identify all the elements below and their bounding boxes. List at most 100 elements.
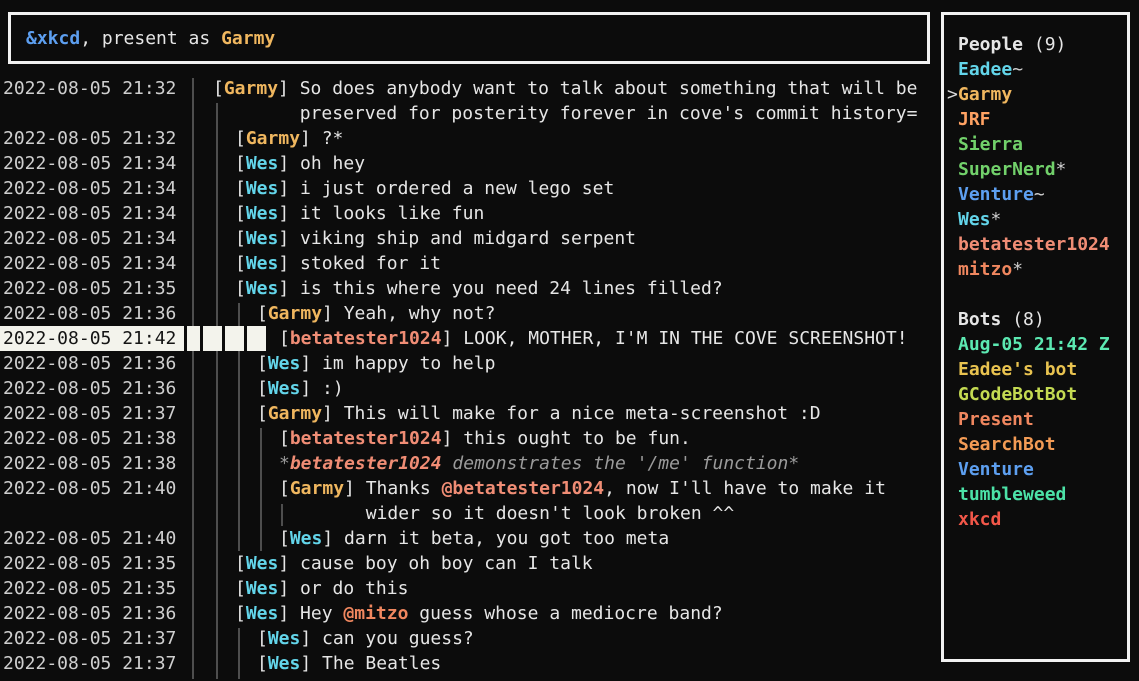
bracket: [ — [257, 628, 268, 649]
bracket: [ — [235, 203, 246, 224]
chat-message-row[interactable]: 2022-08-05 21:37[Garmy] This will make f… — [0, 401, 941, 426]
chat-message-wrap-row: wider so it doesn't look broken ^^ — [0, 501, 941, 526]
wrap-continuation-mark — [281, 504, 283, 526]
nickname: Wes — [268, 378, 301, 399]
people-panel-inner: People (9)Eadee~>GarmyJRFSierraSuperNerd… — [944, 15, 1127, 659]
message-text: [Wes] oh hey — [235, 151, 365, 176]
nickname: Wes — [246, 228, 279, 249]
message-body: this ought to be fun. — [463, 428, 691, 449]
message-body: Yeah, why not? — [344, 303, 496, 324]
message-body: LOOK, MOTHER, I'M IN THE COVE SCREENSHOT… — [463, 328, 907, 349]
chat-message-row[interactable]: 2022-08-05 21:32[Garmy] So does anybody … — [0, 76, 941, 101]
bot-name: Aug-05 21:42 Z — [958, 334, 1110, 355]
chat-message-row-highlighted[interactable]: 2022-08-05 21:42[betatester1024] LOOK, M… — [0, 326, 941, 351]
people-panel: People (9)Eadee~>GarmyJRFSierraSuperNerd… — [941, 12, 1130, 662]
chat-message-row[interactable]: 2022-08-05 21:40[Wes] darn it beta, you … — [0, 526, 941, 551]
chat-message-row[interactable]: 2022-08-05 21:36[Wes] im happy to help — [0, 351, 941, 376]
people-list-item-supernerd[interactable]: SuperNerd* — [958, 157, 1066, 182]
bots-list-item-searchbot[interactable]: SearchBot — [958, 432, 1056, 457]
chat-message-row[interactable]: 2022-08-05 21:37[Wes] The Beatles — [0, 651, 941, 676]
person-name: mitzo — [958, 259, 1012, 280]
bracket: ] — [278, 553, 300, 574]
action-text: * — [279, 453, 290, 474]
message-text: *betatester1024 demonstrates the '/me' f… — [279, 451, 799, 476]
bracket: ] — [322, 403, 344, 424]
nickname: Garmy — [224, 78, 278, 99]
chat-message-row[interactable]: 2022-08-05 21:34[Wes] i just ordered a n… — [0, 176, 941, 201]
people-list-item-eadee[interactable]: Eadee~ — [958, 57, 1023, 82]
message-text: [Wes] The Beatles — [257, 651, 441, 676]
chat-message-row[interactable]: 2022-08-05 21:38[betatester1024] this ou… — [0, 426, 941, 451]
bracket: [ — [235, 153, 246, 174]
bots-list-item-xkcd[interactable]: xkcd — [958, 507, 1001, 532]
bots-list-item-present[interactable]: Present — [958, 407, 1034, 432]
bracket: [ — [279, 428, 290, 449]
person-name: Wes — [958, 209, 991, 230]
message-body: cause boy oh boy can I talk — [300, 553, 593, 574]
bots-list-item-tumbleweed[interactable]: tumbleweed — [958, 482, 1066, 507]
bracket: [ — [213, 78, 224, 99]
timestamp: 2022-08-05 21:36 — [3, 601, 176, 626]
bracket: ] — [278, 203, 300, 224]
timestamp: 2022-08-05 21:38 — [3, 451, 176, 476]
people-list-item-venture[interactable]: Venture~ — [958, 182, 1045, 207]
chat-message-row[interactable]: 2022-08-05 21:36[Wes] Hey @mitzo guess w… — [0, 601, 941, 626]
bracket: ] — [278, 278, 300, 299]
timestamp: 2022-08-05 21:37 — [3, 626, 176, 651]
status-suffix: * — [991, 209, 1002, 230]
message-text: [Wes] it looks like fun — [235, 201, 484, 226]
nickname: Garmy — [290, 478, 344, 499]
bots-list-item-venture[interactable]: Venture — [958, 457, 1034, 482]
bracket: [ — [235, 253, 246, 274]
bots-list-item-aug-05-21-42-z[interactable]: Aug-05 21:42 Z — [958, 332, 1110, 357]
chat-message-row[interactable]: 2022-08-05 21:40[Garmy] Thanks @betatest… — [0, 476, 941, 501]
selection-block — [225, 326, 244, 351]
timestamp: 2022-08-05 21:35 — [3, 551, 176, 576]
bracket: ] — [300, 128, 322, 149]
people-list-item-sierra[interactable]: Sierra — [958, 132, 1023, 157]
message-body: preserved for posterity forever in cove'… — [300, 103, 918, 124]
timestamp: 2022-08-05 21:40 — [3, 476, 176, 501]
bracket: [ — [235, 278, 246, 299]
message-body: The Beatles — [322, 653, 441, 674]
message-body: , now I'll have to make it — [604, 478, 886, 499]
chat-message-row[interactable]: 2022-08-05 21:34[Wes] viking ship and mi… — [0, 226, 941, 251]
person-name: Sierra — [958, 134, 1023, 155]
chat-message-row[interactable]: 2022-08-05 21:38 *betatester1024 demonstr… — [0, 451, 941, 476]
people-list-item-garmy[interactable]: >Garmy — [958, 82, 1012, 107]
people-header: People (9) — [958, 32, 1066, 57]
chat-message-row[interactable]: 2022-08-05 21:37[Wes] can you guess? — [0, 626, 941, 651]
bracket: ] — [322, 303, 344, 324]
message-body: can you guess? — [322, 628, 474, 649]
bots-title: Bots — [958, 309, 1001, 330]
nickname: Wes — [246, 578, 279, 599]
people-list-item-jrf[interactable]: JRF — [958, 107, 991, 132]
chat-message-row[interactable]: 2022-08-05 21:35 [Wes] cause boy oh boy c… — [0, 551, 941, 576]
chat-message-row[interactable]: 2022-08-05 21:32[Garmy] ?* — [0, 126, 941, 151]
chat-message-row[interactable]: 2022-08-05 21:35[Wes] is this where you … — [0, 276, 941, 301]
chat-message-row[interactable]: 2022-08-05 21:36[Garmy] Yeah, why not? — [0, 301, 941, 326]
bracket: [ — [257, 303, 268, 324]
chat-message-row[interactable]: 2022-08-05 21:35[Wes] or do this — [0, 576, 941, 601]
message-text: [betatester1024] LOOK, MOTHER, I'M IN TH… — [279, 326, 908, 351]
chat-message-row[interactable]: 2022-08-05 21:34[Wes] oh hey — [0, 151, 941, 176]
nickname: Wes — [290, 528, 323, 549]
bots-header: Bots (8) — [958, 307, 1045, 332]
timestamp: 2022-08-05 21:34 — [3, 201, 176, 226]
bracket: [ — [235, 178, 246, 199]
bracket: [ — [279, 478, 290, 499]
chat-message-row[interactable]: 2022-08-05 21:34[Wes] stoked for it — [0, 251, 941, 276]
people-list-item-betatester1024[interactable]: betatester1024 — [958, 232, 1110, 257]
status-suffix: ~ — [1012, 59, 1023, 80]
bracket: [ — [279, 528, 290, 549]
message-text: [Wes] cause boy oh boy can I talk — [235, 551, 593, 576]
bots-list-item-gcodebotbot[interactable]: GCodeBotBot — [958, 382, 1077, 407]
bracket: [ — [257, 378, 268, 399]
bots-list-item-eadee-s-bot[interactable]: Eadee's bot — [958, 357, 1077, 382]
bracket: ] — [278, 603, 300, 624]
bot-name: Present — [958, 409, 1034, 430]
chat-message-row[interactable]: 2022-08-05 21:34 [Wes] it looks like fun — [0, 201, 941, 226]
chat-message-row[interactable]: 2022-08-05 21:36[Wes] :) — [0, 376, 941, 401]
people-list-item-wes[interactable]: Wes* — [958, 207, 1001, 232]
people-list-item-mitzo[interactable]: mitzo* — [958, 257, 1023, 282]
